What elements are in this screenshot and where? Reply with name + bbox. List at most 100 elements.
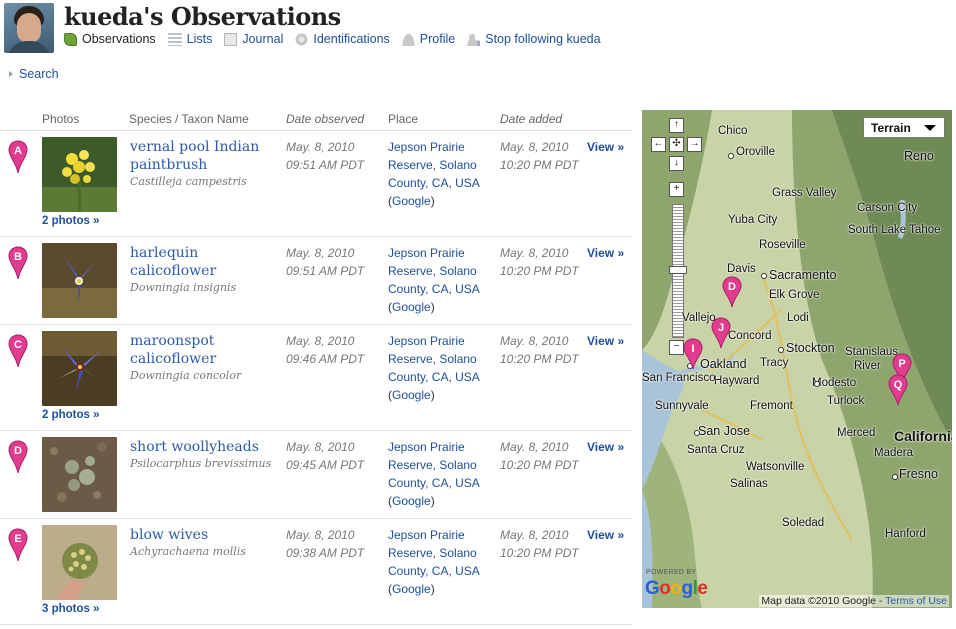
view-link[interactable]: View » (587, 438, 624, 456)
observed-time: 09:46 AM PDT (286, 352, 365, 366)
pan-down-button[interactable]: ↓ (669, 156, 684, 171)
nav-observations[interactable]: Observations (64, 32, 156, 46)
city-dot (694, 430, 700, 436)
map-label-yuba-city: Yuba City (728, 214, 778, 226)
map-label-turlock: Turlock (827, 395, 865, 407)
map-label-lodi: Lodi (787, 312, 809, 324)
place-link[interactable]: Jepson Prairie Reserve, Solano County, C… (388, 140, 480, 190)
map-label-stanislaus: Stanislaus (845, 346, 899, 358)
google-map-link[interactable]: Google (392, 494, 431, 508)
google-map-link[interactable]: Google (392, 388, 431, 402)
place-link[interactable]: Jepson Prairie Reserve, Solano County, C… (388, 440, 480, 490)
view-link[interactable]: View » (587, 138, 624, 156)
marker-letter: D (14, 445, 22, 457)
map-marker-icon[interactable]: E (8, 528, 28, 562)
date-observed: May. 8, 2010 09:45 AM PDT (286, 438, 364, 474)
map-marker-d[interactable]: D (722, 276, 742, 308)
observed-date: May. 8, 2010 (286, 246, 355, 260)
map-marker-letter: Q (894, 379, 903, 391)
photo-count-link[interactable]: 2 photos » (42, 215, 100, 227)
common-name-link[interactable]: harlequin calicoflower Downingia insigni… (130, 244, 280, 295)
common-name-link[interactable]: maroonspot calicoflower Downingia concol… (130, 332, 280, 383)
common-name-link[interactable]: short woollyheads Psilocarphus brevissim… (130, 438, 280, 471)
nav-identifications[interactable]: Identifications (295, 32, 390, 46)
pan-up-button[interactable]: ↑ (669, 118, 684, 133)
observation-photo[interactable] (42, 331, 117, 406)
identifications-icon (295, 32, 309, 46)
map-label-river: River (854, 360, 881, 372)
place-link[interactable]: Jepson Prairie Reserve, Solano County, C… (388, 246, 480, 296)
nav-lists[interactable]: Lists (167, 32, 212, 46)
nav-observations-label: Observations (82, 32, 156, 46)
nav-unfollow[interactable]: Stop following kueda (467, 32, 601, 46)
map-label-soledad: Soledad (782, 517, 825, 529)
map-marker-icon[interactable]: D (8, 440, 28, 474)
google-logo[interactable]: POWERED BY Google (645, 569, 708, 600)
map-marker-j[interactable]: J (711, 317, 731, 349)
view-link[interactable]: View » (587, 244, 624, 262)
map-label-san-jose: San Jose (698, 424, 751, 438)
scientific-name: Psilocarphus brevissimus (130, 457, 272, 470)
place-link[interactable]: Jepson Prairie Reserve, Solano County, C… (388, 334, 480, 384)
map-marker-letter: I (691, 343, 694, 355)
nav-journal[interactable]: Journal (224, 32, 283, 46)
avatar-shirt (7, 41, 51, 53)
observations-icon (64, 32, 77, 46)
photo-count-link[interactable]: 3 photos » (42, 603, 100, 615)
date-added: May. 8, 2010 10:20 PM PDT (500, 332, 579, 368)
search-toggle[interactable]: Search (9, 67, 59, 81)
nav-profile[interactable]: Profile (401, 32, 455, 46)
observations-map[interactable]: ↑ ← ✣ → ↓ + − Terrain Chico Oroville Ren… (642, 110, 952, 608)
map-label-tracy: Tracy (760, 357, 789, 369)
common-name-link[interactable]: blow wives Achyrachaena mollis (130, 526, 280, 559)
place-cell: Jepson Prairie Reserve, Solano County, C… (388, 440, 480, 508)
journal-icon (224, 32, 238, 46)
google-map-link[interactable]: Google (392, 194, 431, 208)
nav-identifications-label: Identifications (313, 32, 390, 46)
observation-photo[interactable] (42, 525, 117, 600)
view-link[interactable]: View » (587, 526, 624, 544)
zoom-slider-handle[interactable] (669, 266, 687, 274)
view-link[interactable]: View » (587, 332, 624, 350)
observation-photo[interactable] (42, 243, 117, 318)
google-map-link[interactable]: Google (392, 300, 431, 314)
map-label-hanford: Hanford (885, 528, 926, 540)
observation-photo[interactable] (42, 137, 117, 212)
place-cell: Jepson Prairie Reserve, Solano County, C… (388, 140, 480, 208)
scientific-name: Downingia concolor (130, 369, 242, 382)
marker-letter: B (14, 251, 22, 263)
pan-center-button[interactable]: ✣ (669, 137, 684, 152)
observation-photo[interactable] (42, 437, 117, 512)
map-label-davis: Davis (727, 263, 756, 275)
table-row: B harlequin calicoflower Downingia insig… (0, 237, 632, 325)
map-label-carson-city: Carson City (857, 202, 918, 214)
map-label-grass-valley: Grass Valley (772, 187, 837, 199)
terms-of-use-link[interactable]: Terms of Use (885, 595, 947, 607)
table-row: E 3 photos » blow wives Achyrachaena mol… (0, 519, 632, 625)
pan-right-button[interactable]: → (687, 137, 702, 152)
common-name-link[interactable]: vernal pool Indian paintbrush Castilleja… (130, 138, 280, 189)
map-data-credit: Map data ©2010 Google - (761, 595, 883, 607)
map-type-select[interactable]: Terrain (863, 117, 945, 138)
map-marker-letter: P (898, 358, 905, 370)
added-date: May. 8, 2010 (500, 440, 569, 454)
zoom-in-button[interactable]: + (669, 182, 684, 197)
map-marker-icon[interactable]: A (8, 140, 28, 174)
photo-count-link[interactable]: 2 photos » (42, 409, 100, 421)
user-avatar[interactable] (4, 3, 54, 53)
scientific-name: Achyrachaena mollis (130, 545, 246, 558)
map-marker-i[interactable]: I (683, 338, 703, 370)
header-photos: Photos (42, 112, 80, 126)
map-label-hayward: Hayward (714, 375, 760, 387)
pan-left-button[interactable]: ← (651, 137, 666, 152)
map-marker-q[interactable]: Q (888, 374, 908, 406)
map-marker-icon[interactable]: C (8, 334, 28, 368)
map-label-concord: Concord (728, 330, 772, 342)
common-name: vernal pool Indian paintbrush (130, 139, 260, 173)
zoom-out-button[interactable]: − (669, 340, 684, 355)
map-marker-icon[interactable]: B (8, 246, 28, 280)
google-map-link[interactable]: Google (392, 582, 431, 596)
observed-date: May. 8, 2010 (286, 440, 355, 454)
place-link[interactable]: Jepson Prairie Reserve, Solano County, C… (388, 528, 480, 578)
common-name: maroonspot calicoflower (130, 333, 217, 367)
